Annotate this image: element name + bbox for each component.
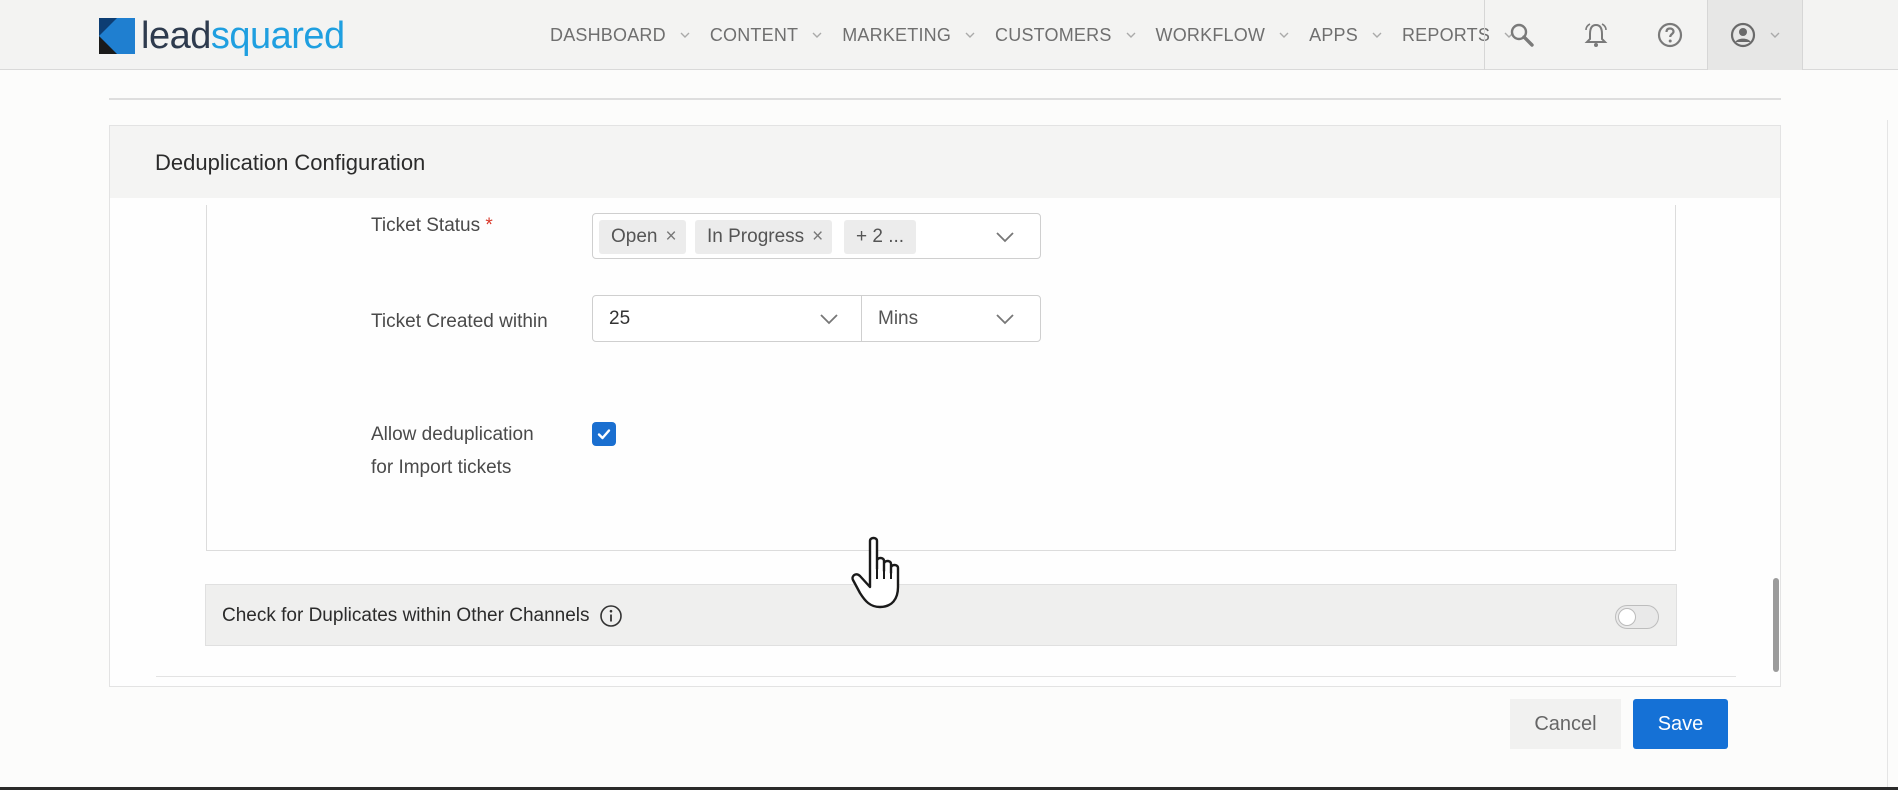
other-channels-row: Check for Duplicates within Other Channe… (205, 584, 1677, 646)
info-icon[interactable] (599, 604, 623, 628)
dedup-criteria-box: Ticket Status * Open × In Progress × + 2 .… (206, 205, 1676, 551)
status-chip-open: Open × (599, 220, 686, 254)
header-tools (1484, 0, 1803, 70)
help-icon[interactable] (1633, 0, 1707, 70)
nav-apps[interactable]: APPS (1309, 25, 1382, 46)
nav-label: REPORTS (1401, 24, 1491, 45)
ticket-status-label: Ticket Status * (371, 215, 493, 236)
chevron-down-icon[interactable] (996, 231, 1014, 243)
main-nav: DASHBOARD CONTENT MARKETING CUSTOMERS WO… (550, 0, 1534, 70)
nav-workflow[interactable]: WORKFLOW (1156, 25, 1290, 46)
logo-text: leadsquared (141, 14, 345, 57)
top-nav-bar: leadsquared DASHBOARD CONTENT MARKETING … (0, 0, 1898, 70)
cancel-button[interactable]: Cancel (1510, 699, 1621, 749)
allow-import-checkbox[interactable] (592, 422, 616, 446)
duration-unit-select[interactable]: Mins (878, 308, 918, 330)
nav-label: DASHBOARD (550, 24, 666, 45)
other-channels-label: Check for Duplicates within Other Channe… (222, 604, 623, 628)
search-icon[interactable] (1485, 0, 1559, 70)
panel-scrollbar-thumb[interactable] (1773, 578, 1779, 672)
nav-label: CONTENT (709, 24, 799, 45)
section-divider (109, 98, 1781, 100)
chevron-down-icon (812, 30, 822, 40)
leadsquared-logo[interactable]: leadsquared (99, 14, 345, 57)
chip-remove-icon[interactable]: × (665, 226, 676, 248)
save-button[interactable]: Save (1633, 699, 1728, 749)
other-channels-toggle[interactable] (1615, 605, 1659, 629)
bell-icon[interactable] (1559, 0, 1633, 70)
ticket-created-label: Ticket Created within (371, 311, 548, 332)
panel-header: Deduplication Configuration (110, 126, 1780, 198)
user-icon (1730, 22, 1756, 48)
chevron-down-icon (1372, 30, 1382, 40)
deduplication-panel: Deduplication Configuration Ticket Statu… (109, 125, 1781, 687)
chevron-down-icon[interactable] (996, 313, 1014, 325)
nav-label: APPS (1309, 24, 1358, 45)
user-menu[interactable] (1707, 0, 1803, 70)
chevron-down-icon (1126, 30, 1136, 40)
status-chip-more[interactable]: + 2 ... (844, 220, 917, 254)
nav-label: MARKETING (842, 24, 952, 45)
duration-value-select[interactable]: 25 (609, 308, 630, 330)
required-mark: * (485, 215, 493, 236)
logo-mark-icon (99, 18, 135, 54)
panel-title: Deduplication Configuration (155, 150, 426, 175)
page-scrollbar-track[interactable] (1887, 120, 1898, 790)
chevron-down-icon[interactable] (820, 313, 838, 325)
nav-customers[interactable]: CUSTOMERS (995, 24, 1136, 46)
hand-cursor-icon (851, 536, 900, 609)
chevron-down-icon (965, 30, 975, 40)
status-chip-in-progress: In Progress × (695, 220, 833, 254)
nav-dashboard[interactable]: DASHBOARD (550, 25, 690, 46)
check-icon (597, 429, 611, 440)
ticket-created-within-control: 25 Mins (592, 295, 1041, 342)
nav-label: CUSTOMERS (995, 24, 1112, 45)
chip-remove-icon[interactable]: × (812, 226, 823, 248)
chevron-down-icon (680, 30, 690, 40)
toggle-knob (1618, 608, 1636, 626)
allow-import-label: Allow deduplication for Import tickets (371, 424, 534, 478)
ticket-status-multiselect[interactable]: Open × In Progress × + 2 ... (592, 213, 1041, 259)
panel-footer-divider (156, 676, 1736, 677)
chevron-down-icon (1770, 32, 1780, 38)
chevron-down-icon (1279, 30, 1289, 40)
nav-label: WORKFLOW (1155, 24, 1266, 45)
nav-marketing[interactable]: MARKETING (842, 25, 975, 46)
nav-content[interactable]: CONTENT (710, 25, 822, 46)
